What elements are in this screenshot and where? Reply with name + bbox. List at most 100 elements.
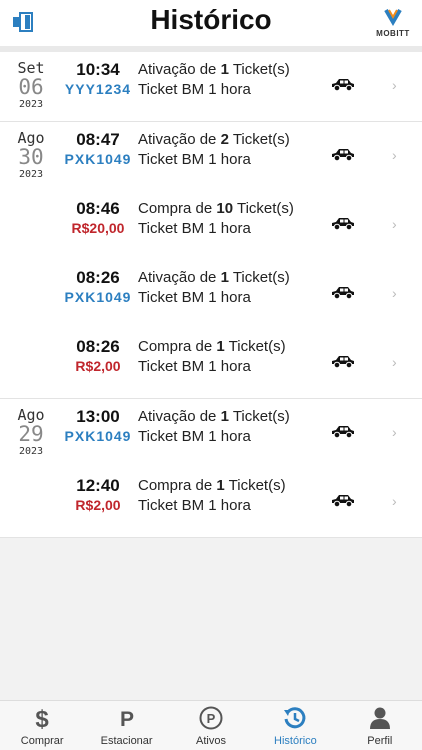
- entry-action-line: Compra de 1 Ticket(s): [138, 476, 286, 496]
- entry-unit: Ticket(s): [232, 408, 290, 425]
- entry-description: Ativação de 2 Ticket(s) Ticket BM 1 hora: [138, 130, 290, 170]
- entry-unit: Ticket(s): [232, 131, 290, 148]
- mobitt-logo: MOBITT: [374, 8, 412, 38]
- purchase-price: R$20,00: [71, 220, 125, 236]
- entry-time: 08:47: [76, 130, 120, 149]
- history-item[interactable]: 12:40 R$2,00 Compra de 1 Ticket(s) Ticket B…: [0, 468, 422, 537]
- entry-product: Ticket BM 1 hora: [138, 151, 251, 168]
- date-day: 30: [18, 145, 44, 169]
- chevron-right-icon[interactable]: ›: [392, 77, 397, 93]
- app-header: Histórico MOBITT: [0, 0, 422, 46]
- date-day: 06: [18, 75, 44, 99]
- nav-label: Perfil: [367, 735, 393, 747]
- entry-product: Ticket BM 1 hora: [138, 358, 251, 375]
- nav-ativos[interactable]: P Ativos: [169, 701, 253, 750]
- date-year: 2023: [18, 446, 44, 457]
- entry-action-line: Ativação de 2 Ticket(s): [138, 130, 290, 150]
- car-icon: [330, 217, 356, 231]
- entry-time: 13:00: [76, 407, 120, 426]
- car-icon: [330, 355, 356, 369]
- entry-description: Ativação de 1 Ticket(s) Ticket BM 1 hora: [138, 60, 290, 100]
- svg-text:P: P: [207, 711, 216, 726]
- date-group: Set 06 2023 10:34 YYY1234 Ativação de 1 Ticke…: [0, 52, 422, 122]
- chevron-right-icon[interactable]: ›: [392, 493, 397, 509]
- entry-time: 08:26: [76, 268, 120, 287]
- entry-action-line: Compra de 10 Ticket(s): [138, 199, 294, 219]
- entry-time: 10:34: [76, 60, 120, 79]
- date-block: Set 06 2023: [8, 60, 54, 111]
- date-group: Ago 29 2023 13:00 PXK1049 Ativação de 1 Ticke…: [0, 399, 422, 538]
- chevron-right-icon[interactable]: ›: [392, 216, 397, 232]
- history-item[interactable]: Ago 30 2023 08:47 PXK1049 Ativação de 2 Ticke…: [0, 122, 422, 191]
- license-plate: PXK1049: [64, 289, 132, 305]
- entry-action: Compra de: [138, 200, 213, 217]
- nav-label: Comprar: [20, 735, 64, 747]
- history-item[interactable]: Ago 29 2023 13:00 PXK1049 Ativação de 1 Ticke…: [0, 399, 422, 468]
- entry-product: Ticket BM 1 hora: [138, 497, 251, 514]
- license-plate: PXK1049: [64, 428, 132, 444]
- chevron-right-icon[interactable]: ›: [392, 354, 397, 370]
- entry-action: Ativação de: [138, 269, 217, 286]
- entry-unit: Ticket(s): [228, 477, 286, 494]
- entry-product: Ticket BM 1 hora: [138, 220, 251, 237]
- chevron-right-icon[interactable]: ›: [392, 285, 397, 301]
- license-plate: YYY1234: [64, 81, 132, 97]
- entry-time: 08:26: [76, 337, 120, 356]
- logo-text: MOBITT: [376, 29, 410, 38]
- entry-description: Ativação de 1 Ticket(s) Ticket BM 1 hora: [138, 268, 290, 308]
- nav-comprar[interactable]: $ Comprar: [0, 701, 84, 750]
- entry-unit: Ticket(s): [236, 200, 294, 217]
- nav-historico[interactable]: Histórico: [253, 701, 337, 750]
- entry-action-line: Compra de 1 Ticket(s): [138, 337, 286, 357]
- chevron-right-icon[interactable]: ›: [392, 424, 397, 440]
- entry-action-line: Ativação de 1 Ticket(s): [138, 60, 290, 80]
- entry-product: Ticket BM 1 hora: [138, 81, 251, 98]
- nav-label: Ativos: [196, 735, 226, 747]
- entry-action-line: Ativação de 1 Ticket(s): [138, 407, 290, 427]
- date-day: 29: [18, 422, 44, 446]
- history-item[interactable]: 08:26 PXK1049 Ativação de 1 Ticket(s) Ticke…: [0, 260, 422, 329]
- entry-quantity: 1: [216, 477, 225, 494]
- history-item[interactable]: 08:46 R$20,00 Compra de 10 Ticket(s) Ticket…: [0, 191, 422, 260]
- chevron-right-icon[interactable]: ›: [392, 147, 397, 163]
- date-year: 2023: [18, 169, 44, 180]
- entry-product: Ticket BM 1 hora: [138, 428, 251, 445]
- entry-time: 08:46: [76, 199, 120, 218]
- nav-label: Histórico: [274, 735, 317, 747]
- entry-action: Compra de: [138, 338, 213, 355]
- svg-text:P: P: [120, 708, 134, 730]
- parking-circle-icon: P: [198, 706, 224, 730]
- entry-action: Ativação de: [138, 61, 217, 78]
- entry-quantity: 1: [220, 269, 229, 286]
- entry-quantity: 1: [220, 61, 229, 78]
- nav-perfil[interactable]: Perfil: [338, 701, 422, 750]
- entry-unit: Ticket(s): [232, 61, 290, 78]
- entry-quantity: 10: [216, 200, 234, 217]
- date-year: 2023: [18, 99, 44, 110]
- bottom-navigation: $ Comprar P Estacionar P Ativos Histórico Perfi…: [0, 700, 422, 750]
- nav-label: Estacionar: [100, 735, 153, 747]
- car-icon: [330, 286, 356, 300]
- entry-quantity: 2: [220, 131, 229, 148]
- entry-description: Compra de 1 Ticket(s) Ticket BM 1 hora: [138, 337, 286, 377]
- entry-quantity: 1: [216, 338, 225, 355]
- entry-description: Compra de 10 Ticket(s) Ticket BM 1 hora: [138, 199, 294, 239]
- purchase-price: R$2,00: [75, 358, 121, 374]
- entry-unit: Ticket(s): [228, 338, 286, 355]
- dollar-icon: $: [29, 706, 55, 733]
- history-item[interactable]: Set 06 2023 10:34 YYY1234 Ativação de 1 Ticke…: [0, 52, 422, 121]
- entry-description: Compra de 1 Ticket(s) Ticket BM 1 hora: [138, 476, 286, 516]
- history-item[interactable]: 08:26 R$2,00 Compra de 1 Ticket(s) Ticket B…: [0, 329, 422, 398]
- entry-description: Ativação de 1 Ticket(s) Ticket BM 1 hora: [138, 407, 290, 447]
- entry-action: Ativação de: [138, 408, 217, 425]
- entry-action: Compra de: [138, 477, 213, 494]
- date-block: Ago 30 2023: [8, 130, 54, 181]
- entry-quantity: 1: [220, 408, 229, 425]
- entry-action-line: Ativação de 1 Ticket(s): [138, 268, 290, 288]
- parking-icon: P: [114, 706, 140, 731]
- nav-estacionar[interactable]: P Estacionar: [84, 701, 168, 750]
- entry-unit: Ticket(s): [232, 269, 290, 286]
- entry-product: Ticket BM 1 hora: [138, 289, 251, 306]
- entry-action: Ativação de: [138, 131, 217, 148]
- car-icon: [330, 494, 356, 508]
